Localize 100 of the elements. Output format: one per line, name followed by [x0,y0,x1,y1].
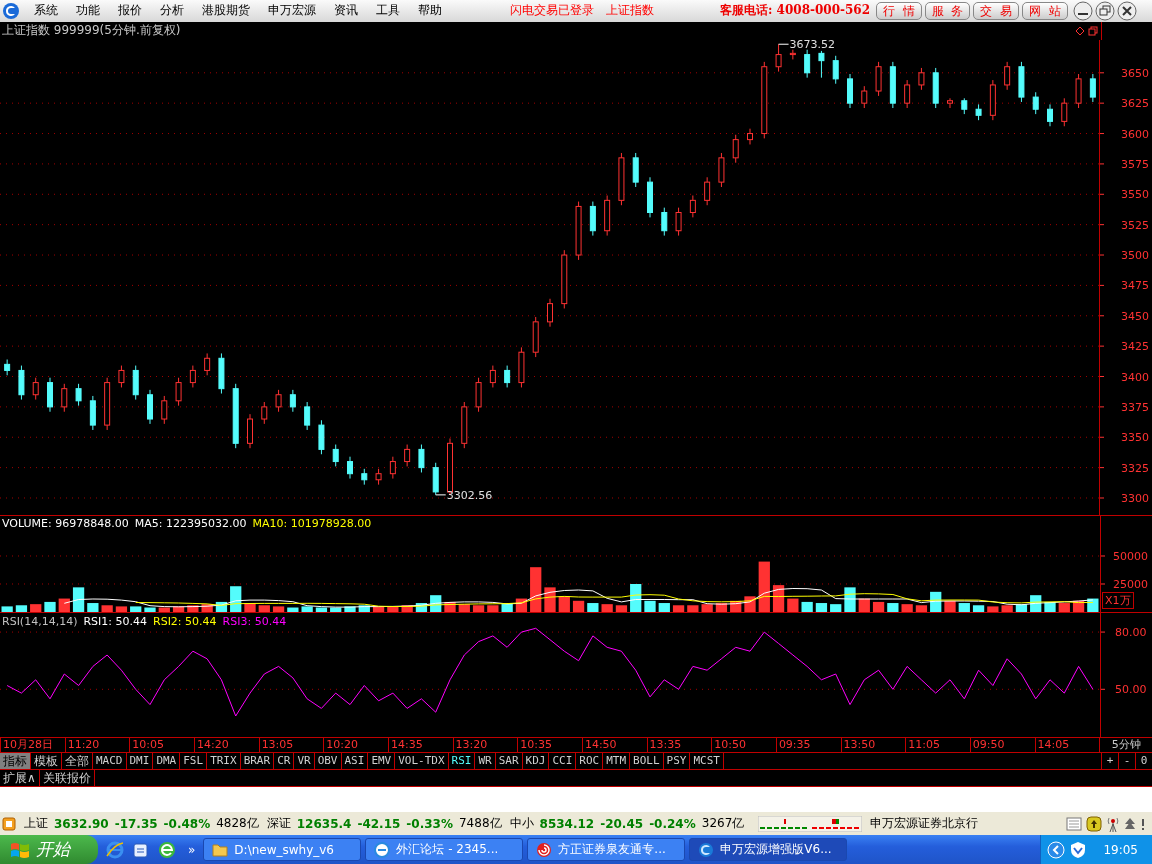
mode-tab[interactable]: 全部 [62,753,93,770]
legend-text: VOLUME: 96978848.00 [2,517,129,531]
candlestick [932,67,939,109]
candlestick [861,85,868,109]
exclamation-icon [1140,816,1146,831]
candlestick [389,456,396,479]
app-icon [698,841,715,858]
indicator-tab[interactable]: MTM [603,753,631,770]
volume-bar [415,602,428,612]
candlestick [1089,73,1096,103]
menu-item[interactable]: 资讯 [326,2,368,20]
menu-item[interactable]: 工具 [368,2,410,20]
candlestick [418,443,425,473]
indicator-tab[interactable]: VR [294,753,315,770]
menu-item[interactable]: 功能 [68,2,110,20]
candlestick [147,389,153,425]
more-button[interactable]: » [188,842,196,857]
volume-bar [158,607,170,612]
indicator-tab[interactable]: BOLL [630,753,664,770]
panel-tab[interactable]: 扩展∧ [0,770,40,787]
candlestick [561,249,568,309]
restore-icon[interactable] [1088,25,1098,36]
legend-text: RSI1: 50.44 [83,614,147,628]
indicator-tab[interactable]: MCST [690,753,724,770]
volume-bar [987,606,999,612]
volume-bar [744,596,756,612]
toolbar-button[interactable]: 行 情 [876,1,922,20]
menu-item[interactable]: 报价 [110,2,152,20]
toolbar-button[interactable]: 网 站 [1022,1,1068,20]
volume-bar [972,605,985,612]
axis-label: 3300 [1121,491,1150,505]
menu-icon[interactable] [2,816,16,831]
volume-bar [758,561,770,612]
time-label: 13:50 [840,738,906,753]
upload-icon[interactable] [1086,815,1102,832]
volume-bar [187,605,199,612]
index-change: -20.45 [600,816,644,831]
candlestick [961,97,968,115]
volume-bar [1030,595,1042,612]
close-icon[interactable] [1116,0,1137,21]
menu-item[interactable]: 系统 [26,2,68,20]
indicator-tab[interactable]: MACD [93,753,127,770]
indicator-tab[interactable]: ASI [341,753,369,770]
app-logo-icon[interactable] [2,1,20,20]
chart-title: 上证指数 999999(5分钟.前复权) [1,22,182,40]
volume-bar [501,602,513,612]
indicator-tab[interactable]: VOL-TDX [395,753,449,770]
volume-bar [1044,601,1056,612]
volume-bar [644,600,656,612]
taskbar-button[interactable]: 申万宏源增强版V6... [689,838,848,861]
browser-icon[interactable] [158,840,176,859]
index-name: 中小 [509,815,534,833]
time-label: 14:35 [387,738,453,753]
diamond-icon[interactable] [1075,25,1085,36]
candlestick [632,152,639,188]
menu-item[interactable]: 分析 [152,2,194,20]
volume-bar [1015,604,1028,612]
shield-icon[interactable] [1069,840,1088,859]
mode-tab[interactable]: 指标 [0,753,31,770]
time-label: 13:35 [646,738,712,753]
broker-name: 申万宏源证券北京行 [870,815,979,833]
taskbar-button[interactable]: D:\new_swhy_v6 [203,838,362,861]
indicator-tab[interactable]: WR [475,753,496,770]
candlestick [747,128,753,145]
restore-icon[interactable] [1094,0,1115,21]
candlestick [61,383,68,413]
time-label: 10月28日 [0,738,65,753]
indicator-tab[interactable]: TRIX [207,753,241,770]
menu-item[interactable]: 港股期货 [194,2,260,20]
browser-icon[interactable] [106,840,124,859]
volume-bar [230,586,242,612]
axis-label: 3625 [1121,97,1150,111]
index-value: 8534.12 [539,816,595,831]
candlestick [604,194,611,236]
mode-tab[interactable]: 模板 [31,753,62,770]
menu-item[interactable]: 申万宏源 [260,2,326,20]
candlestick [532,316,539,358]
mail-icon[interactable] [132,840,150,859]
time-label: 11:20 [64,738,130,753]
index-value: 3632.90 [54,816,109,831]
toolbar-button[interactable]: 交 易 [973,1,1019,20]
volume-bar [115,606,128,612]
volume-bar [930,591,942,612]
candlestick [618,152,625,206]
volume-bar [672,605,685,612]
legend-text: RSI2: 50.44 [153,614,217,628]
volume-bar [358,605,370,612]
time-label: 09:50 [969,738,1035,753]
candlestick [704,176,711,206]
taskbar-button[interactable]: 方正证券泉友通专... [527,838,686,861]
candlestick [904,79,911,109]
toolbar-button[interactable]: 服 务 [924,1,971,20]
candlestick [989,79,996,121]
volume-bar [1058,602,1070,612]
menu-item[interactable]: 帮助 [410,2,452,20]
minimize-icon[interactable] [1072,0,1093,21]
antenna-icon [1106,815,1120,832]
taskbar-button[interactable]: 外汇论坛 - 2345... [365,838,524,861]
candlestick [175,377,182,407]
arrow-left-icon[interactable] [1047,840,1066,859]
